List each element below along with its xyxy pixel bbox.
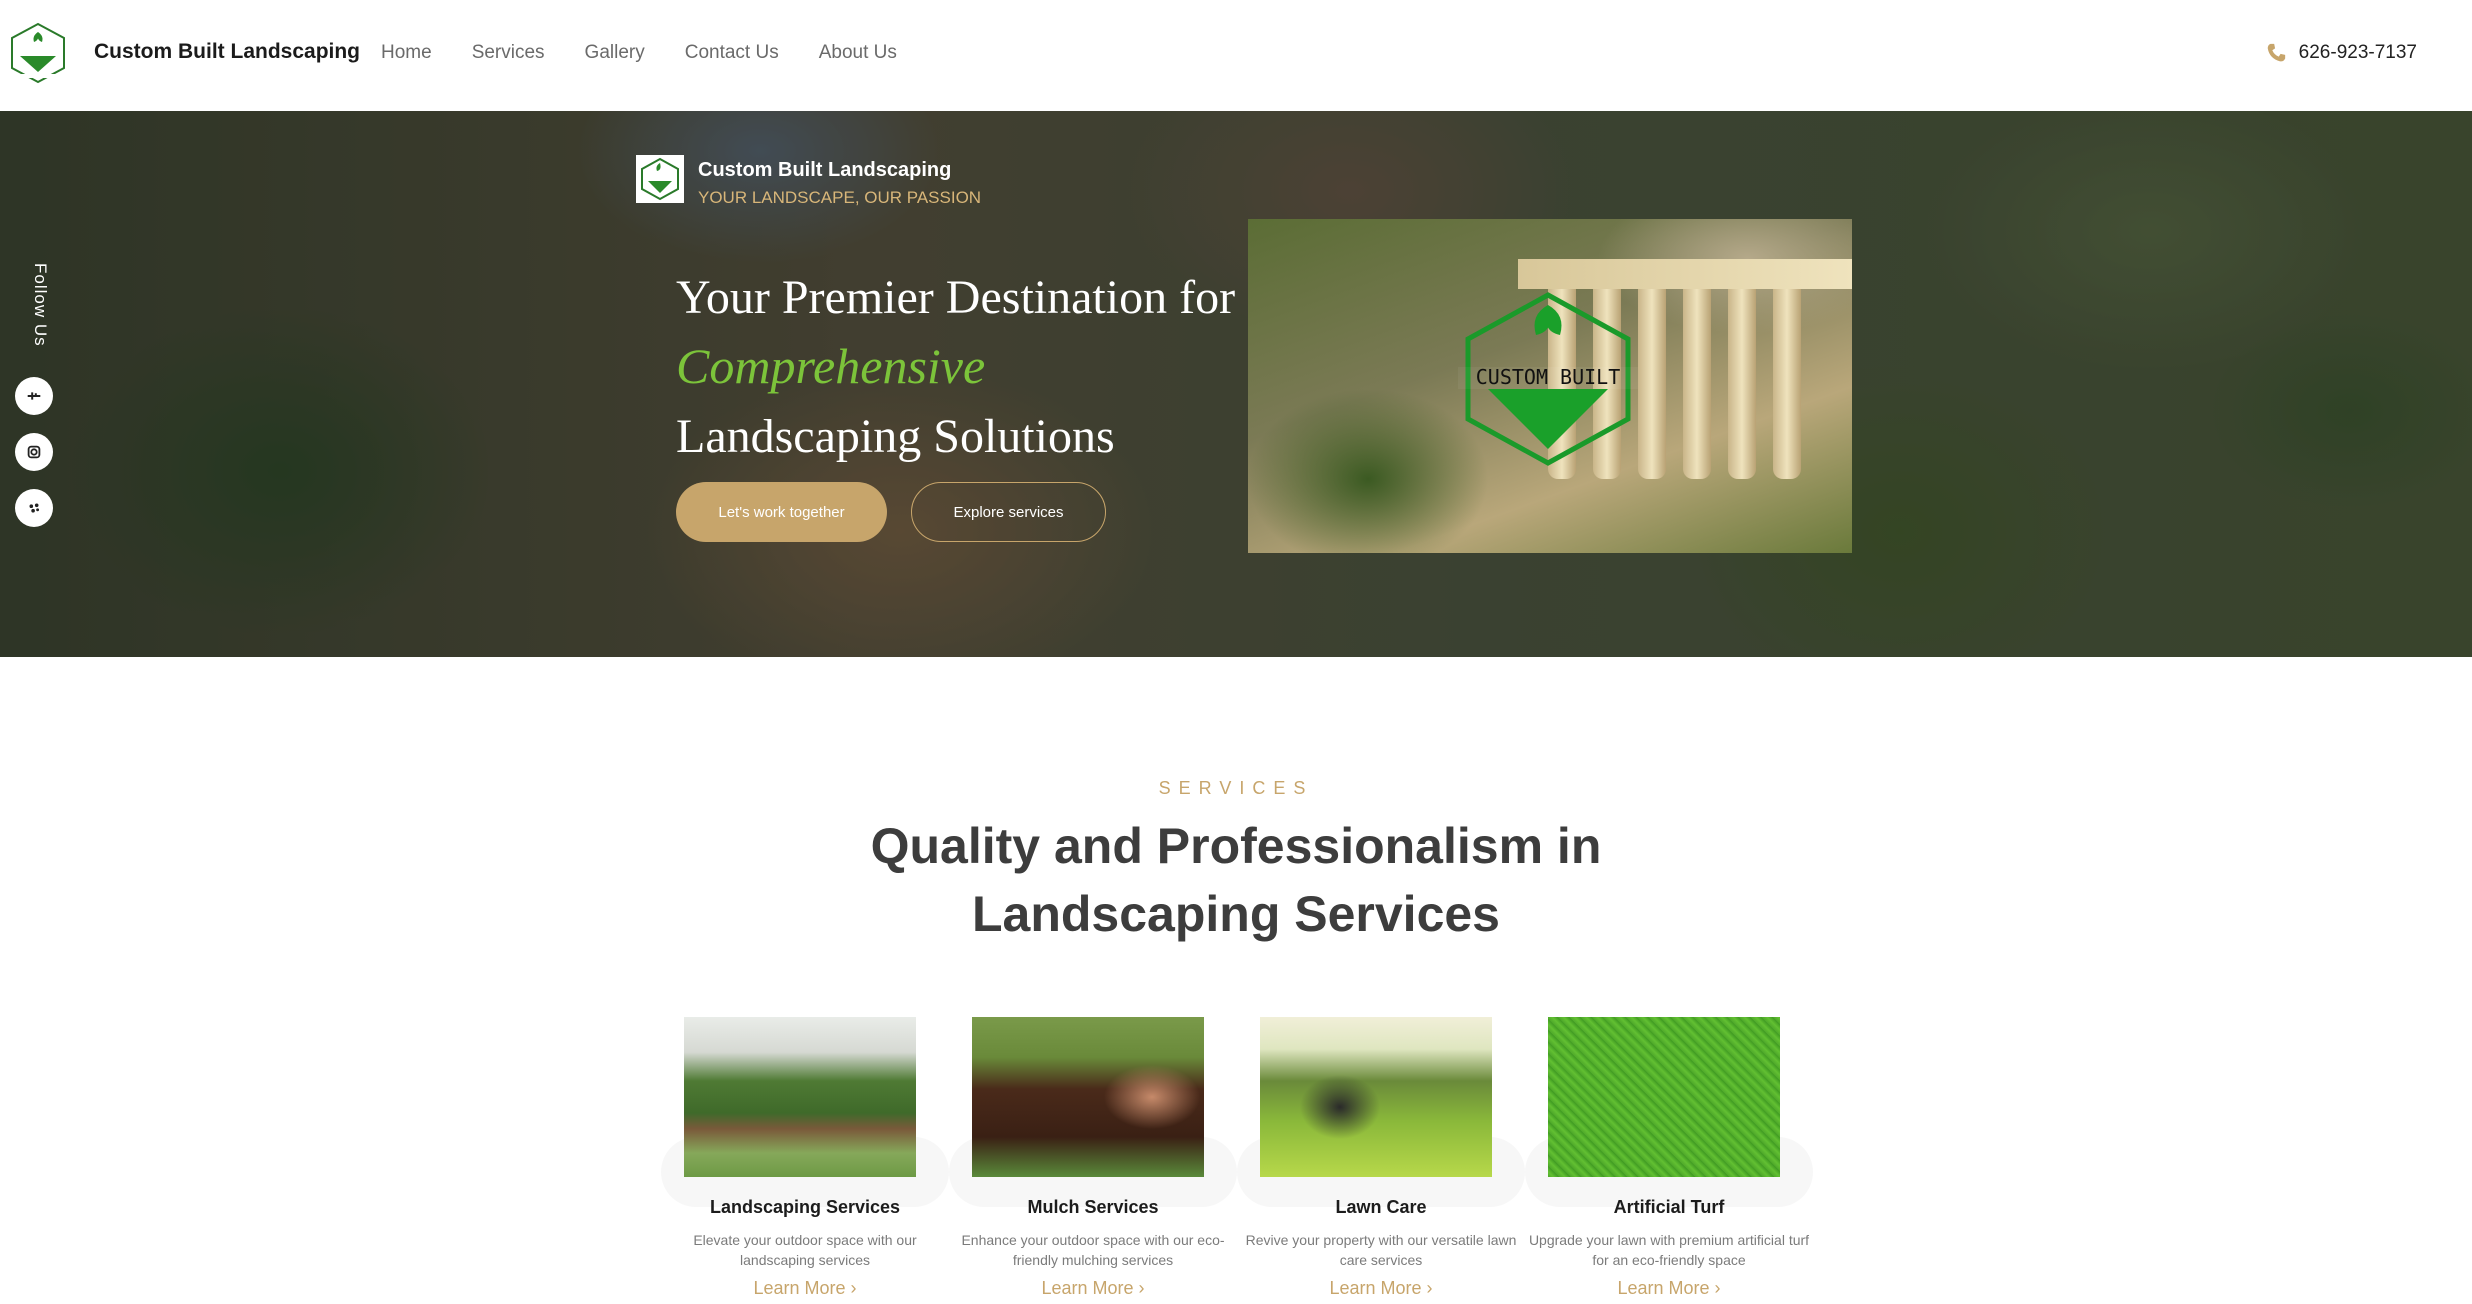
learn-more-link[interactable]: Learn More › [949, 1278, 1237, 1299]
site-header: Custom Built Landscaping Home Services G… [0, 0, 2472, 111]
learn-more-link[interactable]: Learn More › [1525, 1278, 1813, 1299]
phone-number: 626-923-7137 [2298, 42, 2417, 63]
nav-home[interactable]: Home [381, 42, 432, 64]
headline-part1: Your Premier Destination for [676, 271, 1236, 324]
chevron-right-icon: › [850, 1278, 857, 1298]
services-eyebrow: SERVICES [1158, 778, 1314, 798]
instagram-icon[interactable] [15, 433, 53, 471]
nav-gallery[interactable]: Gallery [585, 42, 645, 64]
learn-more-link[interactable]: Learn More › [1237, 1278, 1525, 1299]
hero-brand-tagline: YOUR LANDSCAPE, OUR PASSION [698, 188, 982, 207]
hero-section: Follow Us Custom Built Landscaping YOUR … [0, 111, 2472, 657]
main-nav: Home Services Gallery Contact Us About U… [381, 42, 937, 64]
chevron-right-icon: › [1138, 1278, 1145, 1298]
yelp-icon[interactable] [15, 489, 53, 527]
service-title: Landscaping Services [709, 1197, 901, 1217]
service-title: Lawn Care [1335, 1197, 1427, 1217]
service-description: Enhance your outdoor space with our eco-… [961, 1232, 1225, 1268]
site-logo[interactable] [8, 22, 68, 86]
service-image-mulch [972, 1017, 1204, 1177]
phone-link[interactable]: 626-923-7137 [2265, 42, 2417, 64]
headline-accent: Comprehensive [676, 338, 986, 394]
hero-brand: Custom Built Landscaping YOUR LANDSCAPE,… [636, 155, 981, 208]
phone-icon [2267, 43, 2285, 62]
balcony-rail [1518, 259, 1852, 289]
service-card-artificial-turf[interactable]: Artificial Turf Upgrade your lawn with p… [1525, 1017, 1813, 1299]
chevron-right-icon: › [1426, 1278, 1433, 1298]
hero-brand-title: Custom Built Landscaping [698, 159, 952, 181]
service-image-lawn-care [1260, 1017, 1492, 1177]
nav-about-us[interactable]: About Us [819, 42, 897, 64]
service-description: Elevate your outdoor space with our land… [693, 1232, 917, 1268]
hero-photo: CUSTOM BUILT [1248, 219, 1852, 553]
hero-logo [636, 155, 684, 203]
photo-logo-text: CUSTOM BUILT [1476, 365, 1621, 389]
chevron-right-icon: › [1714, 1278, 1721, 1298]
explore-services-button[interactable]: Explore services [911, 482, 1106, 542]
services-title: Quality and Professionalism in Landscapi… [870, 818, 1602, 942]
learn-more-link[interactable]: Learn More › [661, 1278, 949, 1299]
service-description: Revive your property with our versatile … [1245, 1232, 1517, 1268]
service-title: Mulch Services [1027, 1197, 1159, 1217]
service-card-lawn-care[interactable]: Lawn Care Revive your property with our … [1237, 1017, 1525, 1299]
service-title: Artificial Turf [1613, 1197, 1725, 1217]
headline-part2: Landscaping Solutions [676, 410, 1115, 463]
service-image-landscaping [684, 1017, 916, 1177]
follow-us-label: Follow Us [31, 263, 50, 347]
photo-logo-overlay: CUSTOM BUILT [1458, 292, 1638, 466]
nav-contact-us[interactable]: Contact Us [685, 42, 779, 64]
work-together-button[interactable]: Let's work together [676, 482, 887, 542]
service-card-landscaping[interactable]: Landscaping Services Elevate your outdoo… [661, 1017, 949, 1299]
service-card-mulch[interactable]: Mulch Services Enhance your outdoor spac… [949, 1017, 1237, 1299]
hero-headline: Your Premier Destination for Comprehensi… [676, 263, 1236, 471]
facebook-icon[interactable] [15, 377, 53, 415]
nav-services[interactable]: Services [472, 42, 545, 64]
service-description: Upgrade your lawn with premium artificia… [1528, 1232, 1810, 1268]
brand-name[interactable]: Custom Built Landscaping [94, 40, 360, 64]
service-image-artificial-turf [1548, 1017, 1780, 1177]
